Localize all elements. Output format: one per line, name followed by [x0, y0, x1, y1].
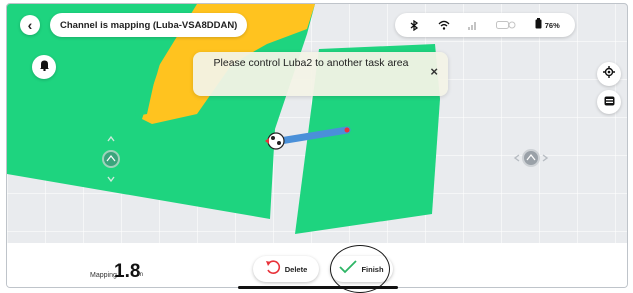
notifications-button[interactable] — [32, 55, 56, 79]
status-bar: 76% — [395, 13, 575, 37]
locate-icon — [603, 65, 615, 83]
mapping-label: Mapping — [90, 272, 117, 279]
locate-button[interactable] — [597, 62, 621, 86]
delete-label: Delete — [284, 264, 308, 274]
wifi-icon — [438, 20, 450, 30]
undo-icon — [265, 259, 281, 280]
toast-message: Please control Luba2 to another task are… — [213, 57, 409, 69]
app-frame — [6, 3, 628, 288]
chevron-left-icon: ‹ — [27, 17, 33, 33]
layers-button[interactable] — [597, 90, 621, 114]
home-indicator — [238, 286, 398, 289]
path-end-dot — [344, 127, 350, 133]
cellular-signal-icon — [467, 20, 478, 30]
rotate-joystick-icon[interactable] — [513, 149, 549, 167]
battery-icon — [535, 18, 542, 32]
mapping-title-pill: Channel is mapping (Luba-VSA8DDAN) — [50, 13, 248, 37]
battery-percent: 76% — [544, 20, 560, 30]
mapping-unit: m — [138, 272, 143, 278]
bluetooth-icon — [410, 19, 419, 31]
rtk-signal-icon — [496, 20, 516, 30]
back-button[interactable]: ‹ — [20, 15, 40, 35]
bell-icon — [39, 58, 50, 76]
battery-status: 76% — [535, 18, 560, 32]
mapping-distance: 1.8 — [114, 261, 141, 282]
delete-button[interactable]: Delete — [253, 256, 319, 282]
mapping-title: Channel is mapping (Luba-VSA8DDAN) — [60, 19, 238, 31]
close-icon[interactable]: × — [430, 65, 438, 78]
layers-icon — [604, 93, 615, 111]
toast-notification: Please control Luba2 to another task are… — [193, 52, 448, 96]
